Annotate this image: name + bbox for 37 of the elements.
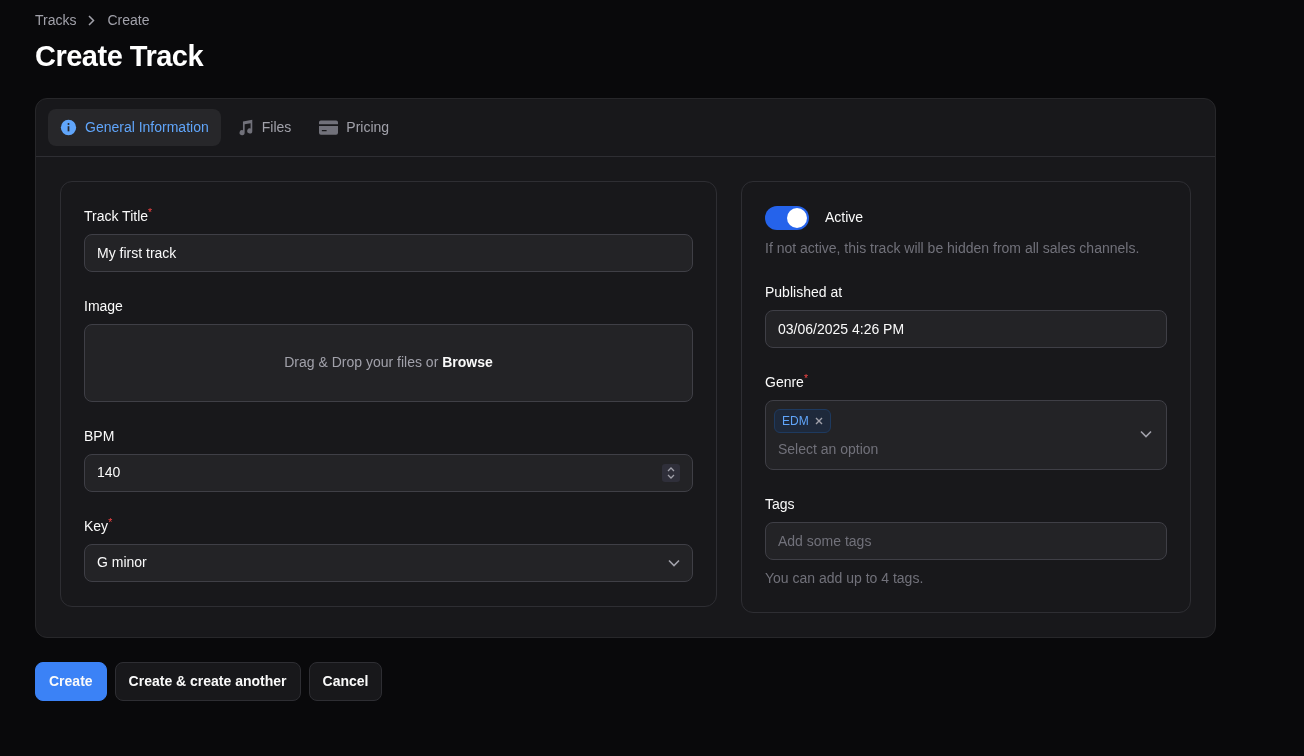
breadcrumb-link[interactable]: Tracks <box>35 10 77 31</box>
field-label: BPM <box>84 426 116 446</box>
dropzone-text: Drag & Drop your files or Browse <box>284 353 493 373</box>
file-dropzone[interactable]: Drag & Drop your files or Browse <box>84 323 693 402</box>
select-placeholder: Select an option <box>778 439 879 459</box>
field-label: Genre$^{*}$ <box>765 371 809 392</box>
chevron-icon <box>668 558 680 567</box>
tab[interactable]: General Information <box>48 108 221 146</box>
multiselect-field[interactable]: EDM Select an option <box>765 399 1167 470</box>
field-label: Key$^{*}$ <box>84 515 114 536</box>
action-button[interactable]: Cancel <box>308 661 383 701</box>
toggle-switch[interactable] <box>765 205 809 230</box>
field-label: Published at <box>765 282 844 302</box>
create-button[interactable]: Create <box>35 661 107 701</box>
help-text: You can add up to 4 tags. <box>765 568 925 588</box>
tab[interactable]: Pricing <box>307 108 402 146</box>
field-label: Track Title$^{*}$ <box>84 205 154 226</box>
field-label: Image <box>84 296 124 316</box>
field-label: Tags <box>765 494 796 514</box>
chevron-icon <box>1140 429 1152 438</box>
breadcrumb-link[interactable]: Create <box>107 10 150 31</box>
input-field[interactable]: My first track <box>84 233 693 272</box>
toggle-label: Active <box>825 208 864 228</box>
info-icon <box>60 118 77 136</box>
input-field[interactable]: 03/06/2025 4:26 PM <box>765 309 1167 348</box>
genre-chip[interactable]: EDM <box>774 408 831 433</box>
remove-icon[interactable] <box>814 416 823 425</box>
input-field[interactable]: Add some tags <box>765 521 1167 560</box>
help-text: If not active, this track will be hidden from all sales channels. <box>765 238 1141 258</box>
chevron-right-icon <box>88 15 96 26</box>
action-button[interactable]: Create & create another <box>114 661 301 701</box>
number-field[interactable]: 140 <box>84 453 693 492</box>
credit-card-icon <box>319 119 339 135</box>
page-title: Create Track <box>35 39 205 74</box>
select-field[interactable]: G minor <box>84 543 693 582</box>
stepper-icon[interactable] <box>662 463 680 482</box>
tab[interactable]: Files <box>224 108 304 146</box>
